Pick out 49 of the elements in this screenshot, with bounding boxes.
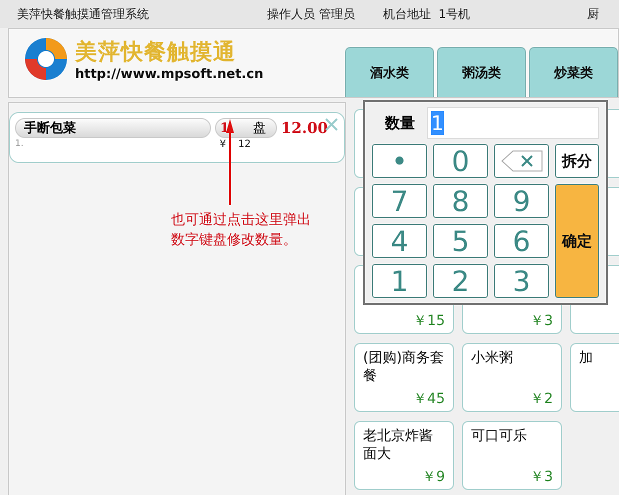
keypad-key[interactable]: 1: [372, 264, 427, 298]
dish-price: ￥9: [422, 468, 445, 486]
order-item-card[interactable]: 手断包菜 1 盘 12.00 1. ¥ 12: [9, 112, 345, 163]
dish-name: 加: [579, 349, 594, 367]
backspace-icon: [500, 150, 542, 172]
keypad-key[interactable]: 9: [494, 184, 549, 218]
dish-card[interactable]: (团购)商务套餐 ￥45: [354, 343, 454, 412]
dish-name: 老北京炸酱面大: [363, 427, 434, 463]
keypad-key[interactable]: 6: [494, 224, 549, 258]
dish-card[interactable]: 小米粥 ￥2: [462, 343, 562, 412]
category-tab[interactable]: 粥汤类: [437, 47, 526, 97]
terminal-label: 机台地址 1号机: [382, 6, 470, 22]
dish-name: 可口可乐: [471, 427, 528, 445]
logo-url: http://www.mpsoft.net.cn: [75, 66, 264, 82]
keypad-key[interactable]: 7: [372, 184, 427, 218]
dish-name: 手断包菜: [15, 118, 211, 138]
logo-icon: [23, 36, 69, 82]
dish-price: ￥3: [530, 468, 553, 486]
top-bar-text: 厨: [587, 6, 600, 22]
quantity-button[interactable]: 1 盘: [215, 118, 277, 138]
dish-card[interactable]: 老北京炸酱面大 ￥9: [354, 421, 454, 490]
split-button[interactable]: 拆分: [555, 144, 599, 178]
app-title: 美萍快餐触摸通管理系统: [17, 6, 149, 22]
item-price: ¥ 12: [220, 139, 251, 150]
backspace-button[interactable]: [494, 144, 549, 178]
dish-card[interactable]: 可口可乐 ￥3: [462, 421, 562, 490]
keypad-key[interactable]: 3: [494, 264, 549, 298]
dish-card[interactable]: 加: [570, 343, 619, 412]
keypad-key[interactable]: 8: [433, 184, 488, 218]
keypad-key[interactable]: 4: [372, 224, 427, 258]
keypad-key[interactable]: 2: [433, 264, 488, 298]
dish-price: ￥2: [530, 390, 553, 408]
annotation-text: 也可通过点击这里弹出数字键盘修改数量。: [171, 211, 312, 250]
dish-name: (团购)商务套餐: [363, 349, 445, 385]
operator-label: 操作人员 管理员: [267, 6, 355, 22]
quantity-label: 数量: [385, 114, 415, 132]
confirm-button[interactable]: 确定: [555, 184, 599, 298]
dish-price: ￥45: [413, 390, 445, 408]
dish-price: ￥15: [413, 312, 445, 330]
keypad-key[interactable]: 0: [433, 144, 488, 178]
logo-name: 美萍快餐触摸通: [75, 38, 237, 66]
dish-price: ￥3: [530, 312, 553, 330]
category-tab[interactable]: 炒菜类: [529, 47, 618, 97]
dish-name: 小米粥: [471, 349, 514, 367]
item-total: 12.00: [281, 119, 328, 137]
category-tab[interactable]: 酒水类: [345, 47, 434, 97]
item-index: 1.: [15, 139, 24, 150]
keypad-key[interactable]: •: [372, 144, 427, 178]
keypad-key[interactable]: 5: [433, 224, 488, 258]
